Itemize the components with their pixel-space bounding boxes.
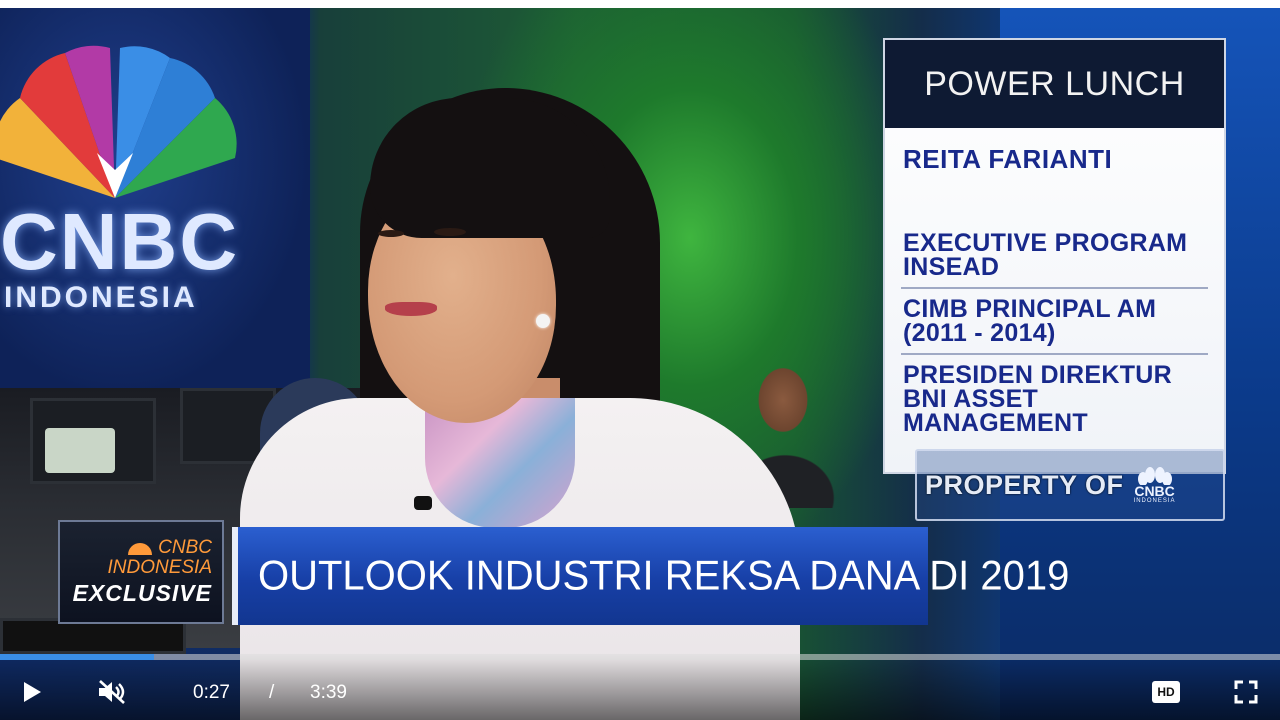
mute-button[interactable] xyxy=(92,674,132,710)
lapel-mic xyxy=(414,496,432,510)
hd-button[interactable]: HD xyxy=(1150,678,1182,706)
fullscreen-button[interactable] xyxy=(1228,674,1264,710)
duration: 3:39 xyxy=(310,682,347,703)
progress-bar[interactable] xyxy=(0,654,1280,660)
credential-1: EXECUTIVE PROGRAM INSEAD xyxy=(903,229,1188,281)
headline-title: OUTLOOK INDUSTRI REKSA DANA DI 2019 xyxy=(258,552,1070,599)
peacock-icon xyxy=(1137,466,1172,485)
exclusive-badge: CNBC INDONESIA EXCLUSIVE xyxy=(58,520,224,624)
credential-3: PRESIDEN DIREKTUR BNI ASSET MANAGEMENT xyxy=(903,361,1173,437)
fullscreen-icon xyxy=(1234,680,1258,704)
cnbc-logo-small: CNBC INDONESIA xyxy=(1134,466,1176,504)
program-title: POWER LUNCH xyxy=(885,40,1224,128)
player-controls: 0:27 / 3:39 HD xyxy=(0,654,1280,720)
exclusive-label: EXCLUSIVE xyxy=(72,580,212,606)
property-text: PROPERTY OF xyxy=(925,469,1124,500)
property-watermark: PROPERTY OF CNBC INDONESIA xyxy=(915,449,1225,521)
studio-logo-subtext: INDONESIA xyxy=(4,281,198,314)
guest-info-panel: POWER LUNCH REITA FARIANTI EXECUTIVE PRO… xyxy=(883,38,1226,474)
hd-icon: HD xyxy=(1152,681,1180,703)
play-icon xyxy=(24,682,41,702)
earring xyxy=(536,314,550,328)
headline-bar: OUTLOOK INDUSTRI REKSA DANA DI 2019 xyxy=(232,527,1069,625)
current-time: 0:27 xyxy=(193,682,230,703)
credential-2: CIMB PRINCIPAL AM (2011 - 2014) xyxy=(903,295,1157,347)
divider xyxy=(901,287,1208,289)
video-player[interactable]: CNBC INDONESIA POWER LUNCH REITA FARIANT… xyxy=(0,8,1280,720)
studio-logo-text: CNBC xyxy=(0,197,240,286)
muted-speaker-icon xyxy=(99,680,125,704)
guest-name: REITA FARIANTI xyxy=(903,144,1113,174)
peacock-icon xyxy=(128,543,153,555)
play-button[interactable] xyxy=(14,674,50,710)
divider xyxy=(901,353,1208,355)
time-separator: / xyxy=(269,682,275,703)
progress-fill xyxy=(0,654,154,660)
